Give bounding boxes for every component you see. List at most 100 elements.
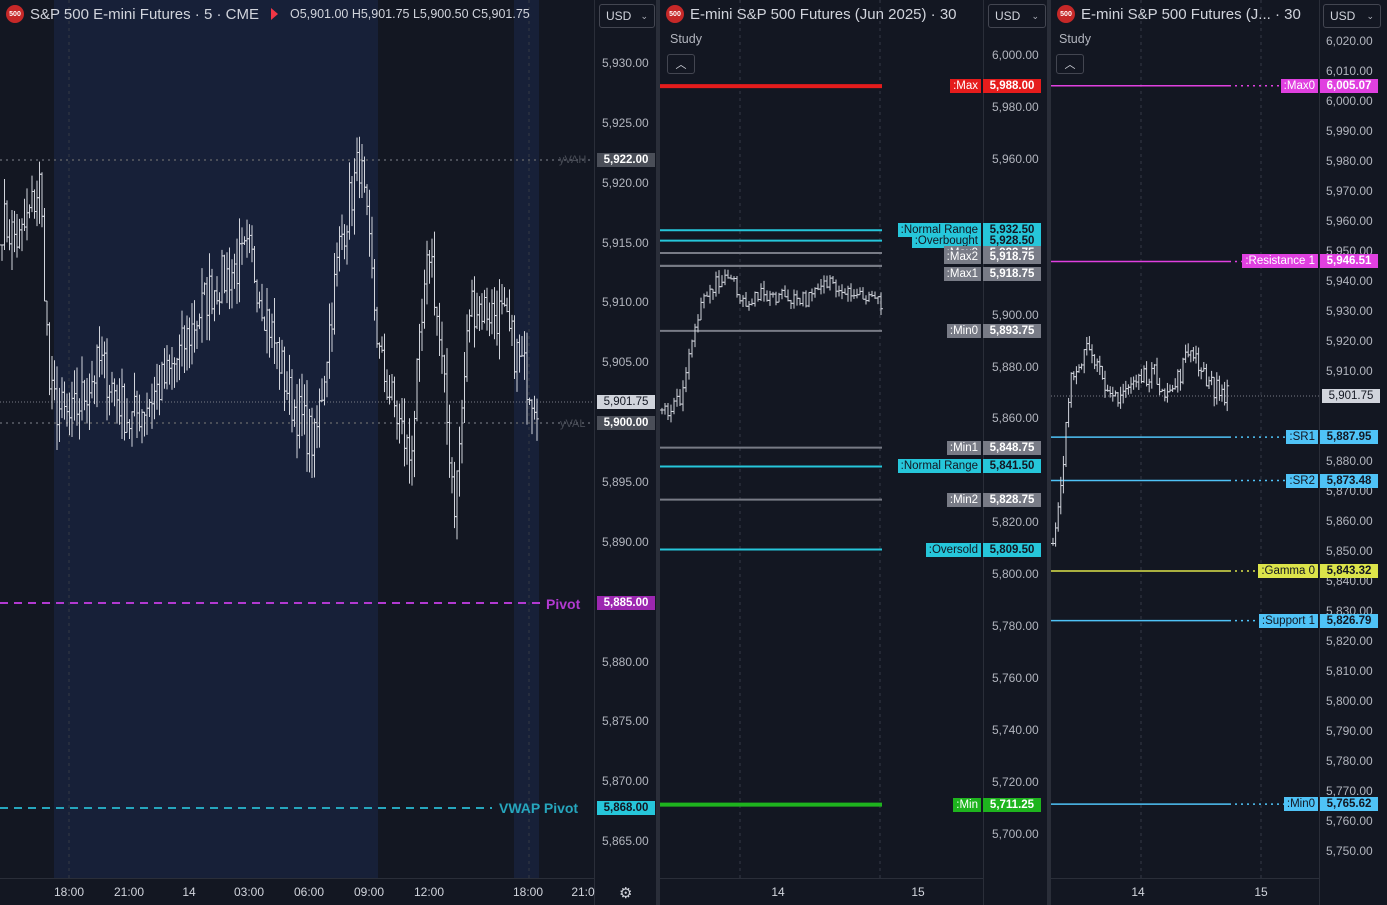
- ohlc-bar: [450, 457, 454, 494]
- ohlc-bar: [2, 178, 7, 250]
- currency-select[interactable]: USD ⌄: [1323, 4, 1381, 28]
- ohlc-bar: [1084, 337, 1089, 356]
- ohlc-bar: [17, 218, 22, 249]
- settings-gear-icon[interactable]: ⚙: [619, 884, 632, 902]
- chart-panel-es-30min-levels[interactable]: 500 E-mini S&P 500 Futures (J... · 30 St…: [1051, 0, 1387, 905]
- ohlc-bar: [783, 285, 787, 298]
- ohlc-bar: [666, 402, 670, 420]
- price-axis[interactable]: USD ⌄ 6,020.00 6,010.00 6,000.00 5,990.00 5,9…: [1319, 0, 1387, 905]
- ohlc-bar: [12, 210, 17, 253]
- time-axis[interactable]: 14 15: [1051, 878, 1319, 905]
- ohlc-bar: [432, 231, 437, 316]
- time-axis[interactable]: 14 15: [660, 878, 983, 905]
- ohlc-bar: [1123, 380, 1128, 398]
- chart-panel-spx-5min[interactable]: 500 S&P 500 E-mini Futures · 5 · CME O5,…: [0, 0, 656, 905]
- ohlc-bar: [497, 279, 502, 360]
- ohlc-bar: [385, 369, 389, 400]
- price-tick-label: 5,810.00: [1326, 664, 1373, 678]
- ohlc-bar: [1209, 370, 1214, 386]
- ohlc-bar: [708, 284, 712, 304]
- price-tick-label: 6,000.00: [1326, 94, 1373, 108]
- level-badge: :Support 1 5,826.79: [1258, 613, 1378, 628]
- ohlc-bar: [843, 288, 847, 295]
- ohlc-bar: [1082, 349, 1087, 374]
- time-tick-label: 18:00: [53, 885, 85, 899]
- ohlc-bar: [415, 358, 419, 422]
- price-tick-label: 5,920.00: [1326, 334, 1373, 348]
- symbol-title[interactable]: E-mini S&P 500 Futures (J... · 30: [1081, 6, 1301, 23]
- price-tick-label: 5,930.00: [602, 56, 649, 70]
- ohlc-bar: [690, 339, 694, 358]
- ohlc-bar: [1194, 345, 1198, 364]
- ohlc-bar: [1168, 384, 1172, 393]
- currency-select[interactable]: USD ⌄: [988, 4, 1046, 28]
- study-label[interactable]: Study: [670, 32, 702, 46]
- ohlc-bar: [35, 180, 39, 227]
- level-badge: :Min0 5,765.62: [1283, 797, 1378, 812]
- ohlc-bar: [1126, 384, 1131, 395]
- ohlc-bar: [507, 289, 512, 332]
- ohlc-bar: [1071, 371, 1076, 381]
- ohlc-bar: [400, 398, 404, 435]
- currency-select[interactable]: USD ⌄: [599, 4, 655, 28]
- time-tick-label: 15: [1254, 885, 1268, 899]
- time-axis[interactable]: 18:00 21:00 14 03:00 06:00 09:00 12:00 18:00 21:…: [0, 878, 595, 905]
- ohlc-bar: [720, 275, 724, 288]
- time-tick-label: 14: [1131, 885, 1145, 899]
- price-plot-area[interactable]: [0, 0, 594, 878]
- ohlc-bar: [834, 279, 838, 298]
- ohlc-bar: [807, 291, 811, 308]
- chart-panel-es-30min[interactable]: 500 E-mini S&P 500 Futures (Jun 2025) · …: [660, 0, 1047, 905]
- study-label[interactable]: Study: [1059, 32, 1091, 46]
- collapse-study-button[interactable]: ︿: [1056, 54, 1084, 74]
- ohlc-bar: [382, 333, 387, 393]
- ohlc-bar: [750, 298, 754, 306]
- collapse-study-button[interactable]: ︿: [667, 54, 695, 74]
- ohlc-bar: [505, 297, 509, 313]
- ohlc-bar: [447, 404, 452, 478]
- chevron-up-icon: ︿: [675, 59, 687, 71]
- price-tick-label: 5,770.00: [1326, 784, 1373, 798]
- price-axis[interactable]: USD ⌄ 5,930.00 5,925.00 5,920.00 5,915.00 5,9…: [594, 0, 656, 905]
- ohlc-bar: [480, 293, 484, 330]
- ohlc-bar: [1178, 368, 1183, 391]
- price-tick-label: 5,860.00: [1326, 514, 1373, 528]
- price-tick-label: 5,980.00: [992, 99, 1039, 114]
- time-tick-label: 21:00: [113, 885, 145, 899]
- price-tick-label: 5,960.00: [992, 151, 1039, 166]
- ohlc-bar: [861, 287, 865, 300]
- ohlc-bar: [1069, 372, 1074, 408]
- ohlc-bar: [45, 300, 49, 336]
- yval-badge: 5,900.00: [597, 416, 655, 430]
- ohlc-bar: [1121, 383, 1126, 404]
- flag-icon[interactable]: [270, 8, 278, 20]
- ohlc-bar: [485, 287, 489, 331]
- symbol-title[interactable]: E-mini S&P 500 Futures (Jun 2025) · 30: [690, 6, 957, 23]
- ohlc-bar: [430, 238, 434, 278]
- pivot-badge: 5,885.00: [597, 596, 655, 610]
- vwap-pivot-badge: 5,868.00: [597, 801, 655, 815]
- ohlc-bar: [699, 297, 703, 321]
- yvah-badge: 5,922.00: [597, 153, 655, 167]
- ohlc-bar: [1191, 347, 1196, 362]
- price-plot-area[interactable]: [1051, 0, 1319, 878]
- time-tick-label: 12:00: [413, 885, 445, 899]
- ohlc-bar: [1110, 386, 1115, 402]
- time-tick-label: 14: [182, 885, 196, 899]
- ohlc-bar: [1217, 375, 1222, 401]
- ohlc-bar: [30, 175, 34, 213]
- level-badge: :Max0 6,005.07: [1280, 78, 1378, 93]
- ohlc-bar: [1103, 370, 1107, 398]
- price-tick-label: 5,860.00: [992, 411, 1039, 426]
- ohlc-bar: [407, 418, 412, 484]
- price-plot-area[interactable]: [660, 0, 983, 878]
- level-badge: :Normal Range 5,841.50: [897, 459, 1041, 474]
- ohlc-bar: [437, 302, 442, 357]
- ohlc-bar: [7, 219, 12, 251]
- symbol-title[interactable]: S&P 500 E-mini Futures · 5 · CME: [30, 6, 259, 23]
- ohlc-bar: [470, 279, 474, 318]
- ohlc-bar: [1147, 378, 1152, 393]
- ohlc-bar: [510, 314, 514, 347]
- vwap-pivot-label: VWAP Pivot: [499, 800, 579, 816]
- price-tick-label: 5,880.00: [992, 359, 1039, 374]
